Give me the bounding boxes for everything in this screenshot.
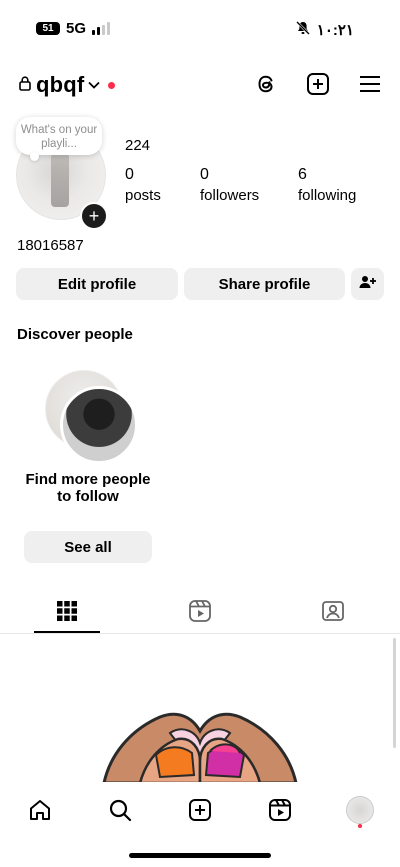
- lock-icon: [18, 75, 32, 96]
- nav-search[interactable]: [100, 790, 140, 830]
- stat-value: 0: [200, 166, 209, 183]
- stat-posts[interactable]: 0 posts: [125, 166, 161, 204]
- profile-name: 224: [125, 137, 151, 154]
- search-icon: [109, 799, 132, 821]
- home-indicator[interactable]: [129, 853, 271, 858]
- threads-icon[interactable]: [252, 70, 280, 98]
- divider: [0, 633, 400, 634]
- stat-label: followers: [200, 187, 260, 204]
- tagged-icon: [321, 599, 345, 628]
- username: qbqf: [36, 72, 85, 97]
- stat-label: posts: [125, 187, 161, 204]
- stat-following[interactable]: 6 following: [298, 166, 356, 204]
- stat-followers[interactable]: 0 followers: [200, 166, 259, 204]
- tab-reels[interactable]: [185, 598, 215, 628]
- nav-home[interactable]: [20, 790, 60, 830]
- clock: ١٠:٢١: [316, 22, 354, 39]
- battery-indicator: 51: [36, 22, 60, 35]
- create-icon: [189, 798, 211, 821]
- account-switcher[interactable]: qbqf: [18, 72, 116, 98]
- bio-text: 18016587: [17, 237, 84, 254]
- see-all-button[interactable]: See all: [24, 531, 152, 563]
- signal-icon: [92, 22, 111, 35]
- find-more-text: Find more people to follow: [25, 471, 151, 505]
- status-bar: 51 5G ١٠:٢١: [0, 0, 400, 60]
- notification-dot: [358, 823, 362, 828]
- empty-state-illustration: [100, 705, 300, 785]
- share-profile-button[interactable]: Share profile: [184, 268, 345, 300]
- menu-icon[interactable]: [356, 70, 384, 98]
- scrollbar[interactable]: [393, 638, 396, 748]
- profile-avatar-small: [346, 795, 374, 824]
- network-label: 5G: [66, 20, 87, 37]
- header-actions: [252, 70, 384, 98]
- edit-profile-button[interactable]: Edit profile: [16, 268, 178, 300]
- suggested-avatar: [60, 386, 138, 464]
- nav-profile[interactable]: [340, 790, 380, 830]
- stat-value: 0: [125, 166, 134, 183]
- chevron-down-icon: [88, 76, 101, 94]
- bell-muted-icon: [295, 20, 311, 40]
- create-post-icon[interactable]: [304, 70, 332, 98]
- home-icon: [30, 799, 50, 820]
- tab-grid[interactable]: [52, 598, 82, 628]
- nav-reels[interactable]: [260, 790, 300, 830]
- tab-tagged[interactable]: [318, 598, 348, 628]
- notification-dot: [108, 81, 116, 89]
- bottom-nav: [0, 782, 400, 837]
- grid-icon: [56, 600, 78, 627]
- discover-people-button[interactable]: [351, 268, 384, 300]
- status-left: 51 5G: [36, 20, 111, 37]
- nav-create[interactable]: [180, 790, 220, 830]
- note-bubble[interactable]: What's on your playli...: [16, 117, 102, 161]
- add-person-icon: [359, 275, 377, 293]
- add-story-icon[interactable]: +: [80, 202, 108, 230]
- stat-label: following: [298, 187, 357, 204]
- status-right: ١٠:٢١: [295, 20, 354, 40]
- reels-icon: [188, 599, 212, 628]
- reels-icon: [269, 798, 291, 821]
- discover-title: Discover people: [17, 326, 133, 343]
- stat-value: 6: [298, 166, 307, 183]
